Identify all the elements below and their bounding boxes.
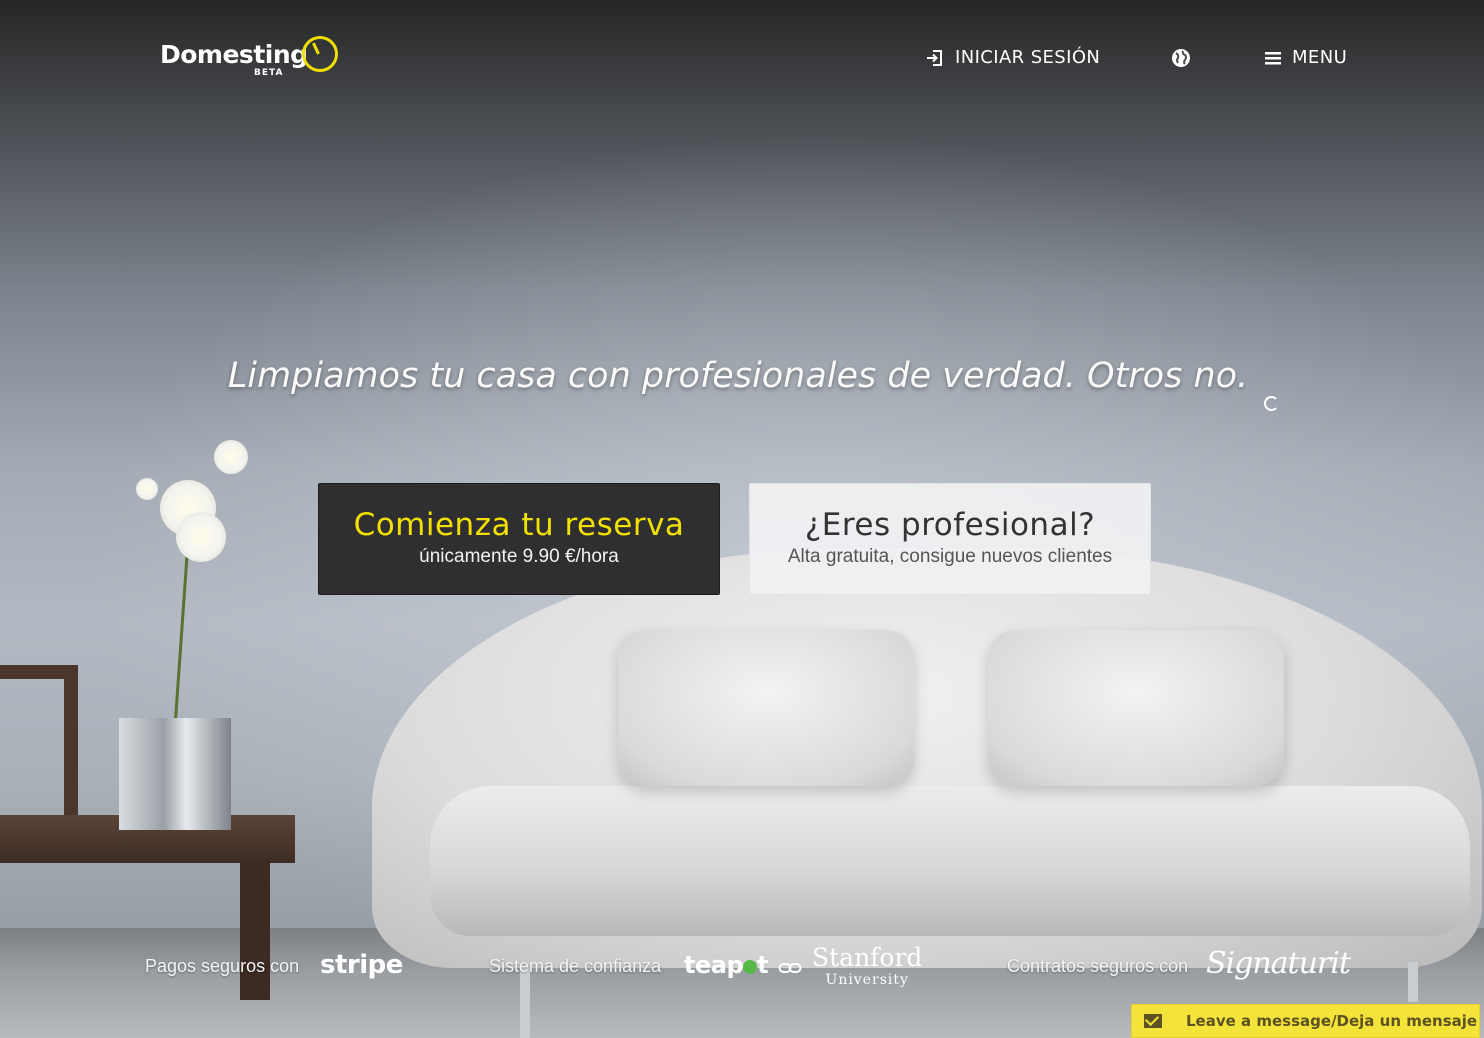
hamburger-icon bbox=[1264, 50, 1282, 66]
side-table-leg bbox=[240, 860, 270, 1000]
stanford-subtitle: University bbox=[825, 972, 909, 988]
clock-icon bbox=[302, 36, 338, 72]
sign-in-icon bbox=[925, 48, 945, 68]
login-link[interactable]: INICIAR SESIÓN bbox=[925, 47, 1100, 68]
menu-button[interactable]: MENU bbox=[1264, 47, 1347, 68]
teapot-dot-icon bbox=[743, 960, 758, 974]
hero-background bbox=[0, 0, 1484, 1038]
booking-title: Comienza tu reserva bbox=[353, 507, 685, 543]
booking-price: únicamente 9.90 €/hora bbox=[419, 546, 619, 567]
teapot-logo-text: teap bbox=[684, 951, 744, 979]
link-icon bbox=[778, 960, 802, 979]
shelf bbox=[0, 665, 78, 835]
orchid-flower bbox=[214, 440, 248, 474]
payments-label: Pagos seguros con bbox=[145, 956, 300, 976]
trust-label: Sistema de confianza bbox=[489, 956, 662, 976]
language-selector[interactable] bbox=[1170, 47, 1192, 69]
sofa-cushion bbox=[988, 630, 1284, 786]
loading-spinner-icon bbox=[1264, 396, 1279, 411]
logo-text: Domesting bbox=[160, 40, 308, 69]
sofa-leg bbox=[520, 968, 530, 1038]
teapot-logo-text-end: t bbox=[757, 951, 769, 979]
professional-subtitle: Alta gratuita, consigue nuevos clientes bbox=[787, 546, 1113, 567]
orchid-flower bbox=[136, 478, 158, 500]
chat-label: Leave a message/Deja un mensaje bbox=[1186, 1012, 1478, 1030]
menu-label: MENU bbox=[1292, 47, 1348, 68]
sofa-seat bbox=[430, 786, 1470, 936]
envelope-icon bbox=[1144, 1014, 1162, 1028]
leave-message-widget[interactable]: Leave a message/Deja un mensaje bbox=[1131, 1004, 1480, 1038]
signaturit-logo: Signaturit bbox=[1206, 946, 1351, 981]
professional-title: ¿Eres profesional? bbox=[804, 507, 1096, 543]
beta-badge: BETA bbox=[254, 68, 284, 78]
orchid-flower bbox=[176, 512, 226, 562]
login-label: INICIAR SESIÓN bbox=[955, 47, 1101, 68]
start-booking-button[interactable]: Comienza tu reserva únicamente 9.90 €/ho… bbox=[318, 483, 720, 595]
globe-icon bbox=[1170, 47, 1192, 69]
hero-headline: Limpiamos tu casa con profesionales de v… bbox=[0, 356, 1484, 396]
stanford-logo: Stanford University bbox=[812, 943, 923, 989]
stanford-name: Stanford bbox=[812, 943, 923, 972]
contracts-label: Contratos seguros con bbox=[1007, 956, 1189, 976]
sofa-leg bbox=[1408, 962, 1418, 1002]
sofa-cushion bbox=[618, 630, 914, 786]
flower-vase bbox=[119, 718, 231, 830]
stripe-logo: stripe bbox=[320, 950, 403, 980]
teapot-logo: teap t bbox=[684, 951, 769, 979]
headline-text: Limpiamos tu casa con profesionales de v… bbox=[227, 356, 1249, 396]
professional-signup-button[interactable]: ¿Eres profesional? Alta gratuita, consig… bbox=[749, 483, 1151, 595]
